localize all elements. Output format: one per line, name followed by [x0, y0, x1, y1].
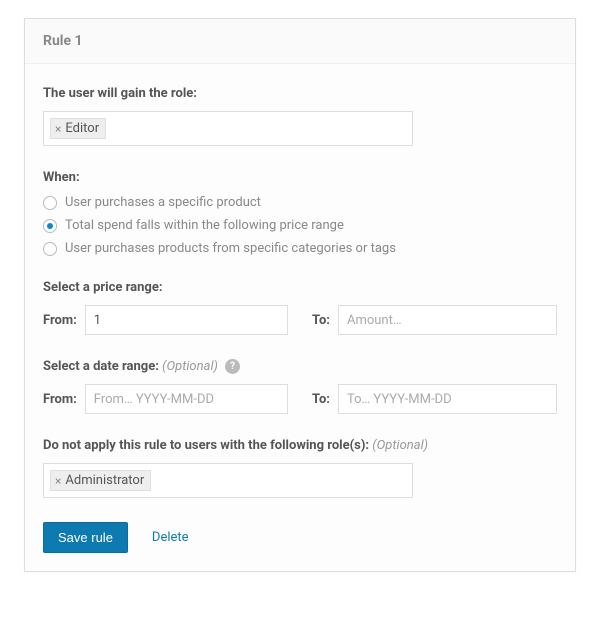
exclude-roles-input[interactable]: × Administrator — [43, 463, 413, 498]
date-from-input[interactable] — [85, 384, 288, 414]
when-option-label: User purchases products from specific ca… — [65, 241, 396, 256]
remove-tag-icon[interactable]: × — [55, 474, 61, 488]
price-to-input[interactable] — [338, 305, 557, 335]
help-icon[interactable]: ? — [225, 359, 240, 374]
save-button[interactable]: Save rule — [43, 522, 128, 553]
remove-tag-icon[interactable]: × — [55, 122, 61, 136]
gain-role-input[interactable]: × Editor — [43, 111, 413, 146]
panel-title: Rule 1 — [25, 19, 575, 64]
price-from-input[interactable] — [85, 305, 288, 335]
price-range-section: Select a price range: From: To: — [43, 280, 557, 335]
gain-role-section: The user will gain the role: × Editor — [43, 86, 557, 146]
price-from-label: From: — [43, 313, 77, 328]
when-section: When: User purchases a specific product … — [43, 170, 557, 256]
when-label: When: — [43, 170, 557, 185]
exclude-roles-label: Do not apply this rule to users with the… — [43, 438, 557, 453]
date-to-label: To: — [312, 392, 330, 407]
date-range-label: Select a date range: (Optional) ? — [43, 359, 557, 374]
exclude-roles-optional: (Optional) — [372, 438, 428, 453]
delete-link[interactable]: Delete — [152, 530, 189, 545]
radio-icon — [43, 219, 57, 233]
role-tag: × Editor — [50, 118, 106, 139]
actions-row: Save rule Delete — [43, 522, 557, 553]
radio-icon — [43, 196, 57, 210]
exclude-role-tag-label: Administrator — [65, 473, 144, 488]
gain-role-label: The user will gain the role: — [43, 86, 557, 101]
exclude-role-tag: × Administrator — [50, 470, 151, 491]
date-range-label-text: Select a date range: — [43, 359, 159, 374]
date-range-optional: (Optional) — [162, 359, 218, 374]
role-tag-label: Editor — [65, 121, 99, 136]
price-range-label: Select a price range: — [43, 280, 557, 295]
when-option-label: User purchases a specific product — [65, 195, 261, 210]
date-to-input[interactable] — [338, 384, 557, 414]
radio-icon — [43, 242, 57, 256]
when-option-categories[interactable]: User purchases products from specific ca… — [43, 241, 557, 256]
when-option-product[interactable]: User purchases a specific product — [43, 195, 557, 210]
date-range-section: Select a date range: (Optional) ? From: … — [43, 359, 557, 414]
when-option-spend-range[interactable]: Total spend falls within the following p… — [43, 218, 557, 233]
exclude-roles-label-text: Do not apply this rule to users with the… — [43, 438, 369, 453]
date-from-label: From: — [43, 392, 77, 407]
price-to-label: To: — [312, 313, 330, 328]
when-option-label: Total spend falls within the following p… — [65, 218, 344, 233]
exclude-roles-section: Do not apply this rule to users with the… — [43, 438, 557, 498]
rule-panel: Rule 1 The user will gain the role: × Ed… — [24, 18, 576, 572]
panel-body: The user will gain the role: × Editor Wh… — [25, 64, 575, 571]
